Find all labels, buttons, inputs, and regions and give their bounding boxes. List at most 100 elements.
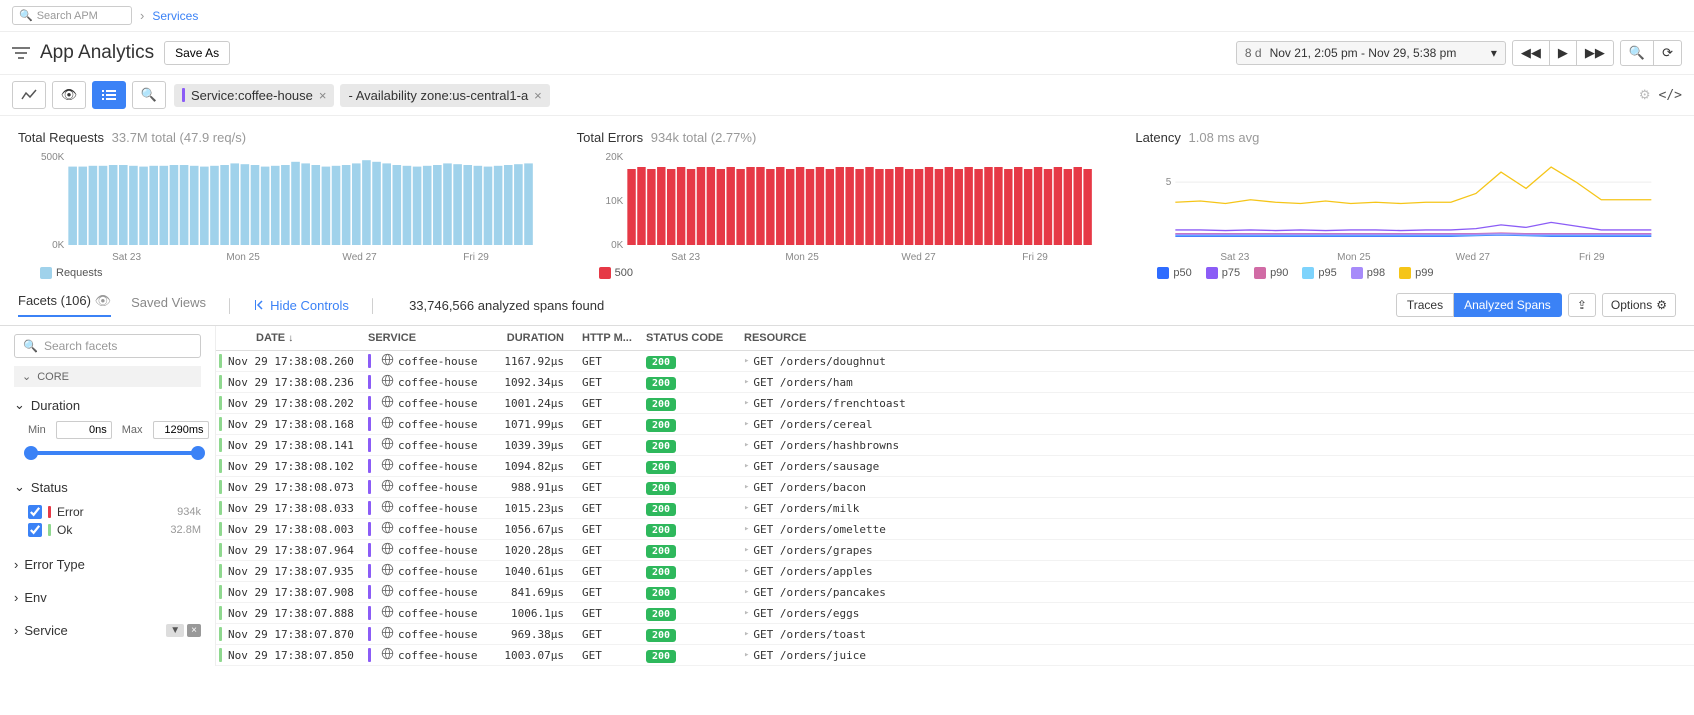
cell-status: 200 bbox=[646, 586, 734, 599]
cell-method: GET bbox=[582, 397, 646, 410]
cell-date: Nov 29 17:38:07.850 bbox=[228, 649, 368, 662]
analyzed-spans-button[interactable]: Analyzed Spans bbox=[1454, 293, 1562, 317]
cell-duration: 969.38µs bbox=[504, 628, 582, 641]
globe-icon bbox=[381, 374, 394, 390]
duration-min-input[interactable] bbox=[56, 421, 112, 439]
table-row[interactable]: Nov 29 17:38:08.003coffee-house1056.67µs… bbox=[216, 519, 1694, 540]
globe-icon bbox=[381, 605, 394, 621]
chevron-right-icon: ▸ bbox=[744, 461, 749, 471]
cell-resource: ▸GET /orders/apples bbox=[734, 565, 1694, 578]
table-row[interactable]: Nov 29 17:38:08.168coffee-house1071.99µs… bbox=[216, 414, 1694, 435]
status-badge: 200 bbox=[646, 419, 676, 432]
table-row[interactable]: Nov 29 17:38:07.888coffee-house1006.1µsG… bbox=[216, 603, 1694, 624]
col-service-header[interactable]: SERVICE bbox=[368, 332, 504, 344]
duration-max-input[interactable] bbox=[153, 421, 209, 439]
chevron-down-icon: ▾ bbox=[1491, 46, 1497, 60]
slider-handle-min[interactable] bbox=[24, 446, 38, 460]
table-row[interactable]: Nov 29 17:38:07.850coffee-house1003.07µs… bbox=[216, 645, 1694, 666]
table-row[interactable]: Nov 29 17:38:08.236coffee-house1092.34µs… bbox=[216, 372, 1694, 393]
saved-views-tab[interactable]: Saved Views bbox=[131, 295, 206, 316]
cell-date: Nov 29 17:38:08.003 bbox=[228, 523, 368, 536]
rewind-button[interactable]: ◀◀ bbox=[1513, 41, 1550, 65]
facet-duration-header[interactable]: ⌄Duration bbox=[14, 393, 201, 417]
facet-status-header[interactable]: ⌄Status bbox=[14, 475, 201, 499]
cell-service: coffee-house bbox=[368, 626, 504, 642]
col-duration-header[interactable]: DURATION bbox=[504, 332, 582, 344]
status-error-checkbox[interactable] bbox=[28, 505, 42, 519]
table-row[interactable]: Nov 29 17:38:08.033coffee-house1015.23µs… bbox=[216, 498, 1694, 519]
svg-text:Sat 23: Sat 23 bbox=[112, 252, 141, 263]
col-status-header[interactable]: STATUS CODE bbox=[646, 332, 734, 344]
cell-resource: ▸GET /orders/sausage bbox=[734, 460, 1694, 473]
time-range-picker[interactable]: 8 d Nov 21, 2:05 pm - Nov 29, 5:38 pm ▾ bbox=[1236, 41, 1506, 65]
funnel-icon[interactable]: ▼ bbox=[166, 624, 184, 637]
chart-errors: Total Errors 934k total (2.77%) 0K10K20K… bbox=[577, 130, 1118, 279]
status-bar bbox=[219, 417, 222, 431]
cell-duration: 1020.28µs bbox=[504, 544, 582, 557]
close-icon[interactable]: × bbox=[187, 624, 201, 637]
legend-p95: p95 bbox=[1302, 267, 1336, 279]
cell-duration: 988.91µs bbox=[504, 481, 582, 494]
status-badge: 200 bbox=[646, 461, 676, 474]
table-row[interactable]: Nov 29 17:38:08.260coffee-house1167.92µs… bbox=[216, 351, 1694, 372]
col-method-header[interactable]: HTTP M... bbox=[582, 332, 646, 344]
svg-text:5: 5 bbox=[1166, 177, 1172, 188]
timeseries-view-button[interactable] bbox=[12, 81, 46, 109]
table-row[interactable]: Nov 29 17:38:08.141coffee-house1039.39µs… bbox=[216, 435, 1694, 456]
close-icon[interactable]: × bbox=[319, 88, 327, 103]
refresh-button[interactable]: ⟳ bbox=[1654, 41, 1681, 65]
chart-errors-svg[interactable]: 0K10K20KSat 23Mon 25Wed 27Fri 29 bbox=[577, 153, 1118, 263]
chart-requests-svg[interactable]: 0K500KSat 23Mon 25Wed 27Fri 29 bbox=[18, 153, 559, 263]
search-filter-button[interactable]: 🔍 bbox=[132, 81, 166, 109]
breadcrumb-services-link[interactable]: Services bbox=[152, 9, 198, 23]
cell-duration: 1092.34µs bbox=[504, 376, 582, 389]
settings-icon[interactable]: ⚙ bbox=[1639, 87, 1651, 103]
table-row[interactable]: Nov 29 17:38:07.908coffee-house841.69µsG… bbox=[216, 582, 1694, 603]
hide-controls-button[interactable]: Hide Controls bbox=[254, 298, 349, 313]
code-icon[interactable]: </> bbox=[1659, 88, 1682, 103]
facet-service-header[interactable]: ›Service ▼× bbox=[14, 619, 201, 642]
table-row[interactable]: Nov 29 17:38:07.935coffee-house1040.61µs… bbox=[216, 561, 1694, 582]
chevron-down-icon: ⌄ bbox=[14, 479, 25, 495]
status-ok-row[interactable]: Ok 32.8M bbox=[28, 521, 201, 539]
globe-icon bbox=[381, 626, 394, 642]
table-row[interactable]: Nov 29 17:38:08.073coffee-house988.91µsG… bbox=[216, 477, 1694, 498]
cell-date: Nov 29 17:38:08.202 bbox=[228, 397, 368, 410]
svg-text:Mon 25: Mon 25 bbox=[1338, 252, 1372, 263]
duration-slider[interactable] bbox=[28, 445, 201, 461]
play-button[interactable]: ▶ bbox=[1550, 41, 1577, 65]
facet-env-header[interactable]: ›Env bbox=[14, 586, 201, 609]
zoom-button[interactable]: 🔍 bbox=[1621, 41, 1654, 65]
facet-error-type-header[interactable]: ›Error Type bbox=[14, 553, 201, 576]
options-button[interactable]: Options ⚙ bbox=[1602, 293, 1676, 317]
facets-tab[interactable]: Facets (106) 👁 bbox=[18, 293, 111, 317]
facet-search-input[interactable]: 🔍 Search facets bbox=[14, 334, 201, 358]
traces-button[interactable]: Traces bbox=[1396, 293, 1454, 317]
cell-status: 200 bbox=[646, 649, 734, 662]
table-row[interactable]: Nov 29 17:38:07.870coffee-house969.38µsG… bbox=[216, 624, 1694, 645]
status-error-row[interactable]: Error 934k bbox=[28, 503, 201, 521]
list-view-button[interactable] bbox=[92, 81, 126, 109]
table-row[interactable]: Nov 29 17:38:07.964coffee-house1020.28µs… bbox=[216, 540, 1694, 561]
forward-button[interactable]: ▶▶ bbox=[1577, 41, 1613, 65]
close-icon[interactable]: × bbox=[534, 88, 542, 103]
chart-latency: Latency 1.08 ms avg 5Sat 23Mon 25Wed 27F… bbox=[1135, 130, 1676, 279]
binoculars-view-button[interactable]: 👁 bbox=[52, 81, 86, 109]
globe-icon bbox=[381, 647, 394, 663]
table-row[interactable]: Nov 29 17:38:08.202coffee-house1001.24µs… bbox=[216, 393, 1694, 414]
chart-latency-svg[interactable]: 5Sat 23Mon 25Wed 27Fri 29 bbox=[1135, 153, 1676, 263]
col-date-header[interactable]: DATE ↓ bbox=[228, 332, 368, 344]
table-row[interactable]: Nov 29 17:38:08.102coffee-house1094.82µs… bbox=[216, 456, 1694, 477]
status-ok-checkbox[interactable] bbox=[28, 523, 42, 537]
export-button[interactable]: ⇪ bbox=[1568, 293, 1596, 317]
facet-group-core[interactable]: ⌄ CORE bbox=[14, 366, 201, 387]
status-badge: 200 bbox=[646, 440, 676, 453]
cell-method: GET bbox=[582, 460, 646, 473]
pill-az[interactable]: - Availability zone:us-central1-a × bbox=[340, 84, 549, 107]
save-as-button[interactable]: Save As bbox=[164, 41, 230, 65]
pill-service[interactable]: Service:coffee-house × bbox=[174, 84, 334, 107]
slider-handle-max[interactable] bbox=[191, 446, 205, 460]
col-resource-header[interactable]: RESOURCE bbox=[734, 332, 1694, 344]
search-apm-input[interactable]: 🔍 Search APM bbox=[12, 6, 132, 25]
cell-resource: ▸GET /orders/pancakes bbox=[734, 586, 1694, 599]
